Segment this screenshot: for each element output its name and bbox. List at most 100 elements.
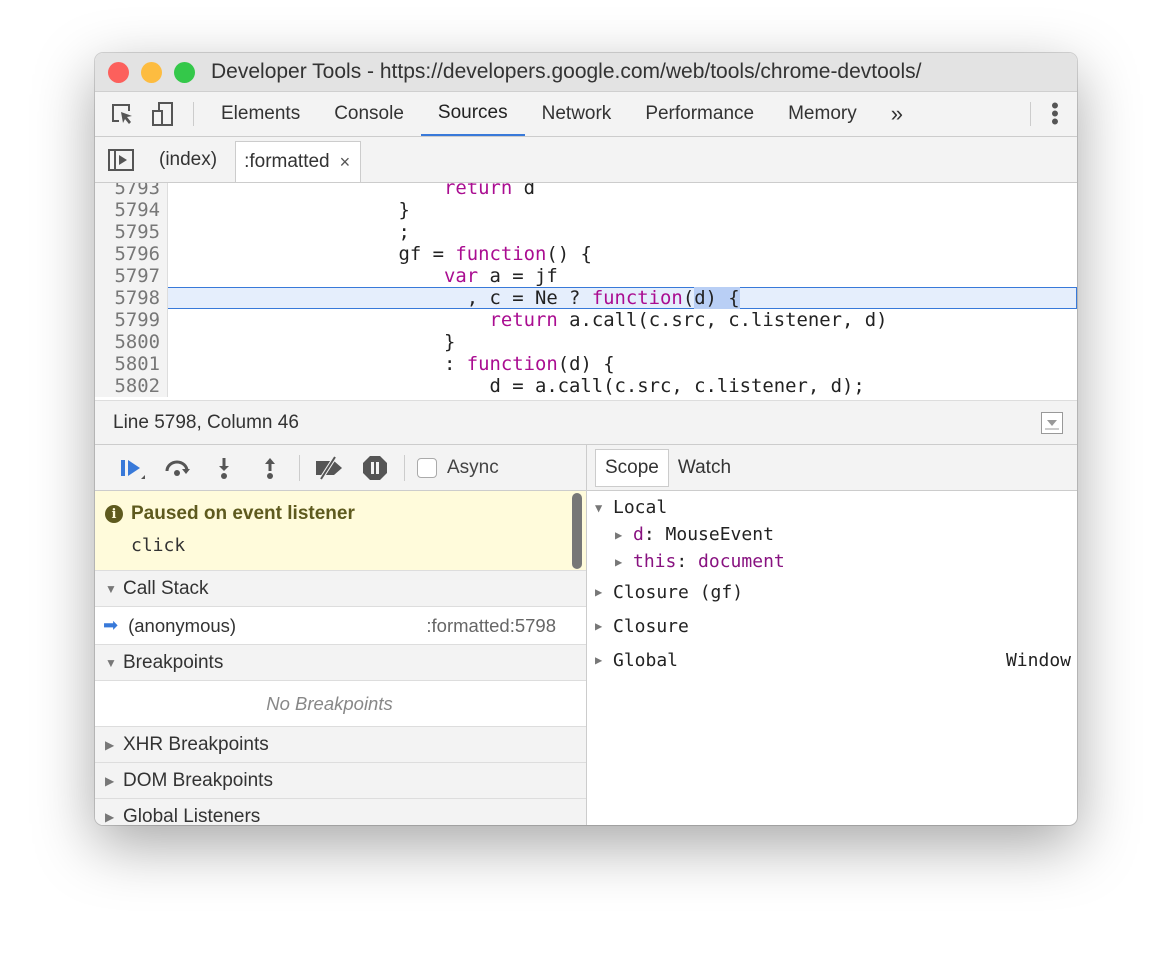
code-line[interactable]: 5802 d = a.call(c.src, c.listener, d);	[95, 375, 1077, 397]
code-token: d	[512, 183, 535, 199]
title-bar: Developer Tools - https://developers.goo…	[95, 53, 1077, 92]
code-text: }	[168, 331, 455, 353]
minimize-window-button[interactable]	[141, 61, 162, 83]
call-frame[interactable]: ➡ (anonymous) :formatted:5798	[95, 607, 586, 645]
tab-elements[interactable]: Elements	[204, 92, 317, 136]
line-number[interactable]: 5798	[95, 287, 168, 309]
line-number[interactable]: 5793	[95, 183, 168, 199]
code-line[interactable]: 5797 var a = jf	[95, 265, 1077, 287]
code-token: a = jf	[478, 265, 558, 287]
inspect-element-icon[interactable]	[103, 92, 143, 136]
keyword-token: function	[466, 353, 558, 375]
current-execution-line[interactable]: 5798 , c = Ne ? function(d) {	[95, 287, 1077, 309]
scope-closure[interactable]: ▶ Closure	[587, 609, 1077, 643]
code-line[interactable]: 5795 ;	[95, 221, 1077, 243]
step-into-icon[interactable]	[201, 456, 247, 480]
code-line[interactable]: 5799 return a.call(c.src, c.listener, d)	[95, 309, 1077, 331]
tab-memory[interactable]: Memory	[771, 92, 874, 136]
line-number[interactable]: 5797	[95, 265, 168, 287]
window-title: Developer Tools - https://developers.goo…	[211, 60, 922, 83]
toggle-navigator-icon[interactable]	[101, 137, 141, 182]
line-number[interactable]: 5794	[95, 199, 168, 221]
code-token: :	[171, 353, 467, 375]
file-tab-formatted[interactable]: :formatted ×	[235, 141, 362, 182]
line-number[interactable]: 5802	[95, 375, 168, 397]
tab-watch[interactable]: Watch	[669, 450, 740, 486]
divider	[1030, 102, 1031, 126]
code-token: a.call(c.src, c.listener, d)	[557, 309, 888, 331]
collapsed-triangle-icon: ▶	[595, 653, 603, 667]
scope-global[interactable]: ▶ Global Window	[587, 643, 1077, 677]
paused-title: Paused on event listener	[131, 503, 355, 524]
more-options-icon[interactable]: • • •	[1051, 95, 1059, 133]
scrollbar[interactable]	[572, 493, 582, 569]
close-tab-icon[interactable]: ×	[340, 152, 351, 173]
cursor-position: Line 5798, Column 46	[113, 411, 299, 433]
collapsed-triangle-icon: ▶	[105, 773, 115, 788]
code-line[interactable]: 5796 gf = function() {	[95, 243, 1077, 265]
code-line[interactable]: 5794 }	[95, 199, 1077, 221]
code-text: gf = function() {	[168, 243, 592, 265]
code-editor[interactable]: 5793 return d 5794 } 5795 ; 5796 gf = funct…	[95, 183, 1077, 400]
code-line[interactable]: 5801 : function(d) {	[95, 353, 1077, 375]
code-token: () {	[546, 243, 592, 265]
tab-console[interactable]: Console	[317, 92, 421, 136]
file-tab-label: :formatted	[244, 151, 330, 172]
frame-location[interactable]: :formatted:5798	[426, 615, 556, 637]
keyword-token: return	[443, 183, 513, 199]
property-value: document	[698, 551, 785, 572]
scope-pane: Scope Watch ▼ Local ▶ d: MouseEvent ▶ this:…	[587, 445, 1077, 825]
code-token: ;	[171, 221, 410, 243]
keyword-token: return	[489, 309, 558, 331]
keyword-token: var	[443, 265, 479, 287]
code-text: }	[168, 199, 409, 221]
step-over-icon[interactable]	[155, 457, 201, 479]
more-tabs-icon[interactable]: »	[874, 92, 920, 136]
deactivate-breakpoints-icon[interactable]	[306, 455, 352, 480]
device-toolbar-icon[interactable]	[143, 92, 183, 136]
tab-scope[interactable]: Scope	[595, 448, 669, 487]
expanded-triangle-icon: ▼	[105, 655, 117, 670]
debugger-toolbar: Async	[95, 445, 586, 491]
scope-closure-gf[interactable]: ▶ Closure (gf)	[587, 575, 1077, 609]
divider	[193, 102, 194, 126]
xhr-breakpoints-header[interactable]: ▶ XHR Breakpoints	[95, 727, 586, 763]
resume-icon[interactable]	[109, 457, 155, 479]
code-text: : function(d) {	[168, 353, 615, 375]
file-tab-index[interactable]: (index)	[141, 137, 235, 182]
tab-sources[interactable]: Sources	[420, 92, 525, 136]
collapsed-triangle-icon: ▶	[105, 809, 115, 824]
code-token: , c = Ne ?	[171, 287, 592, 309]
async-checkbox[interactable]	[417, 457, 437, 478]
paused-event: click	[131, 535, 186, 556]
global-listeners-header[interactable]: ▶ Global Listeners	[95, 799, 586, 825]
call-stack-header[interactable]: ▼ Call Stack	[95, 571, 586, 607]
line-number[interactable]: 5795	[95, 221, 168, 243]
line-number[interactable]: 5796	[95, 243, 168, 265]
line-number[interactable]: 5800	[95, 331, 168, 353]
divider	[299, 454, 300, 481]
close-window-button[interactable]	[108, 61, 129, 83]
debugger-sidebar: Async i Paused on event listener click ▼ C…	[95, 445, 587, 825]
tab-performance[interactable]: Performance	[628, 92, 771, 136]
zoom-window-button[interactable]	[174, 61, 195, 83]
breakpoints-header[interactable]: ▼ Breakpoints	[95, 645, 586, 681]
pause-on-exceptions-icon[interactable]	[352, 455, 398, 481]
step-out-icon[interactable]	[247, 456, 293, 480]
code-token: gf =	[171, 243, 456, 265]
section-label: Call Stack	[123, 577, 209, 599]
code-text: d = a.call(c.src, c.listener, d);	[168, 375, 864, 397]
line-number[interactable]: 5801	[95, 353, 168, 375]
toggle-drawer-icon[interactable]	[1041, 412, 1063, 434]
scope-local[interactable]: ▼ Local	[587, 494, 1077, 521]
tab-network[interactable]: Network	[525, 92, 629, 136]
code-line[interactable]: 5793 return d	[95, 183, 1077, 199]
line-number[interactable]: 5799	[95, 309, 168, 331]
collapsed-triangle-icon: ▶	[105, 737, 115, 752]
dom-breakpoints-header[interactable]: ▶ DOM Breakpoints	[95, 763, 586, 799]
code-line[interactable]: 5800 }	[95, 331, 1077, 353]
scope-property[interactable]: ▶ this: document	[587, 548, 1077, 575]
scope-property[interactable]: ▶ d: MouseEvent	[587, 521, 1077, 548]
collapsed-triangle-icon: ▶	[615, 554, 623, 569]
